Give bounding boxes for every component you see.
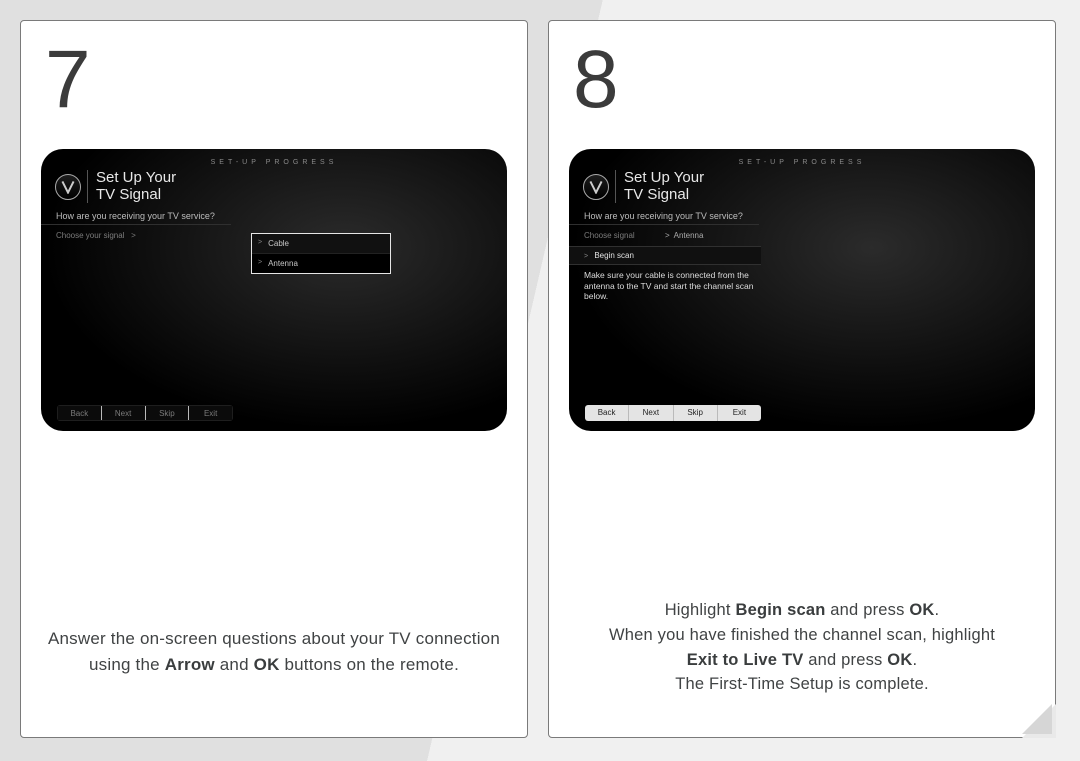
nav-exit-button[interactable]: Exit [718,405,761,421]
tv-help-text: Make sure your cable is connected from t… [569,265,767,302]
caption-text: . [912,651,917,669]
begin-scan-row[interactable]: > Begin scan [569,246,761,265]
caption-text: and press [803,651,887,669]
nav-next-button[interactable]: Next [629,405,673,421]
chevron-right-icon: > [665,231,670,240]
tv-screenshot-7: SET-UP PROGRESS Set Up Your TV Signal Ho… [41,149,507,431]
caption-bold-ok: OK [254,655,280,674]
tv-title-line1: Set Up Your [624,169,704,186]
tv-menu-title: Set Up Your TV Signal [87,170,176,203]
step7-caption: Answer the on-screen questions about you… [41,626,507,677]
brand-logo-icon [583,174,609,200]
nav-skip-button[interactable]: Skip [674,405,718,421]
caption-bold-ok: OK [909,601,934,619]
page-dogear-icon [1022,704,1056,738]
chevron-right-icon: > [258,239,262,248]
tv-nav-bar: Back Next Skip Exit [57,405,233,421]
chevron-right-icon: > [131,231,136,240]
choose-signal-label: Choose your signal [56,231,124,240]
step-number: 7 [45,39,507,121]
signal-option-antenna[interactable]: > Antenna [252,254,390,273]
caption-text: Highlight [665,601,736,619]
tv-question: How are you receiving your TV service? [569,203,759,225]
signal-popup: > Cable > Antenna [251,233,391,274]
tv-screenshot-8: SET-UP PROGRESS Set Up Your TV Signal Ho… [569,149,1035,431]
choose-signal-value: Antenna [674,231,704,240]
caption-text: When you have finished the channel scan,… [609,626,995,644]
step8-caption: Highlight Begin scan and press OK. When … [569,598,1035,697]
choose-signal-label: Choose signal [584,231,635,240]
caption-bold-arrow: Arrow [165,655,215,674]
step-number: 8 [573,39,1035,121]
manual-page-8: 8 SET-UP PROGRESS Set Up Your TV Signal … [548,20,1056,738]
manual-page-7: 7 SET-UP PROGRESS Set Up Your TV Signal … [20,20,528,738]
caption-text: and [215,655,254,674]
begin-scan-label: Begin scan [594,251,634,260]
tv-title-line2: TV Signal [624,186,689,203]
tv-menu-title: Set Up Your TV Signal [615,170,704,203]
caption-text: . [935,601,940,619]
tv-title-line2: TV Signal [96,186,161,203]
caption-text: and press [826,601,910,619]
caption-bold-ok: OK [887,651,912,669]
signal-option-cable[interactable]: > Cable [252,234,390,254]
chevron-right-icon: > [258,259,262,268]
chevron-right-icon: > [584,253,588,260]
choose-signal-row[interactable]: Choose signal > Antenna [569,225,1035,244]
brand-logo-icon [55,174,81,200]
nav-back-button[interactable]: Back [585,405,629,421]
caption-bold-exit-live-tv: Exit to Live TV [687,651,804,669]
caption-text: buttons on the remote. [280,655,459,674]
option-label: Cable [268,239,289,248]
nav-skip-button[interactable]: Skip [146,406,190,420]
tv-title-line1: Set Up Your [96,169,176,186]
nav-next-button[interactable]: Next [102,406,146,420]
tv-progress-label: SET-UP PROGRESS [41,149,507,166]
tv-question: How are you receiving your TV service? [41,203,231,225]
tv-nav-bar: Back Next Skip Exit [585,405,761,421]
nav-exit-button[interactable]: Exit [189,406,232,420]
caption-bold-begin-scan: Begin scan [735,601,825,619]
caption-text: The First-Time Setup is complete. [675,675,929,693]
nav-back-button[interactable]: Back [58,406,102,420]
tv-progress-label: SET-UP PROGRESS [569,149,1035,166]
option-label: Antenna [268,259,298,268]
